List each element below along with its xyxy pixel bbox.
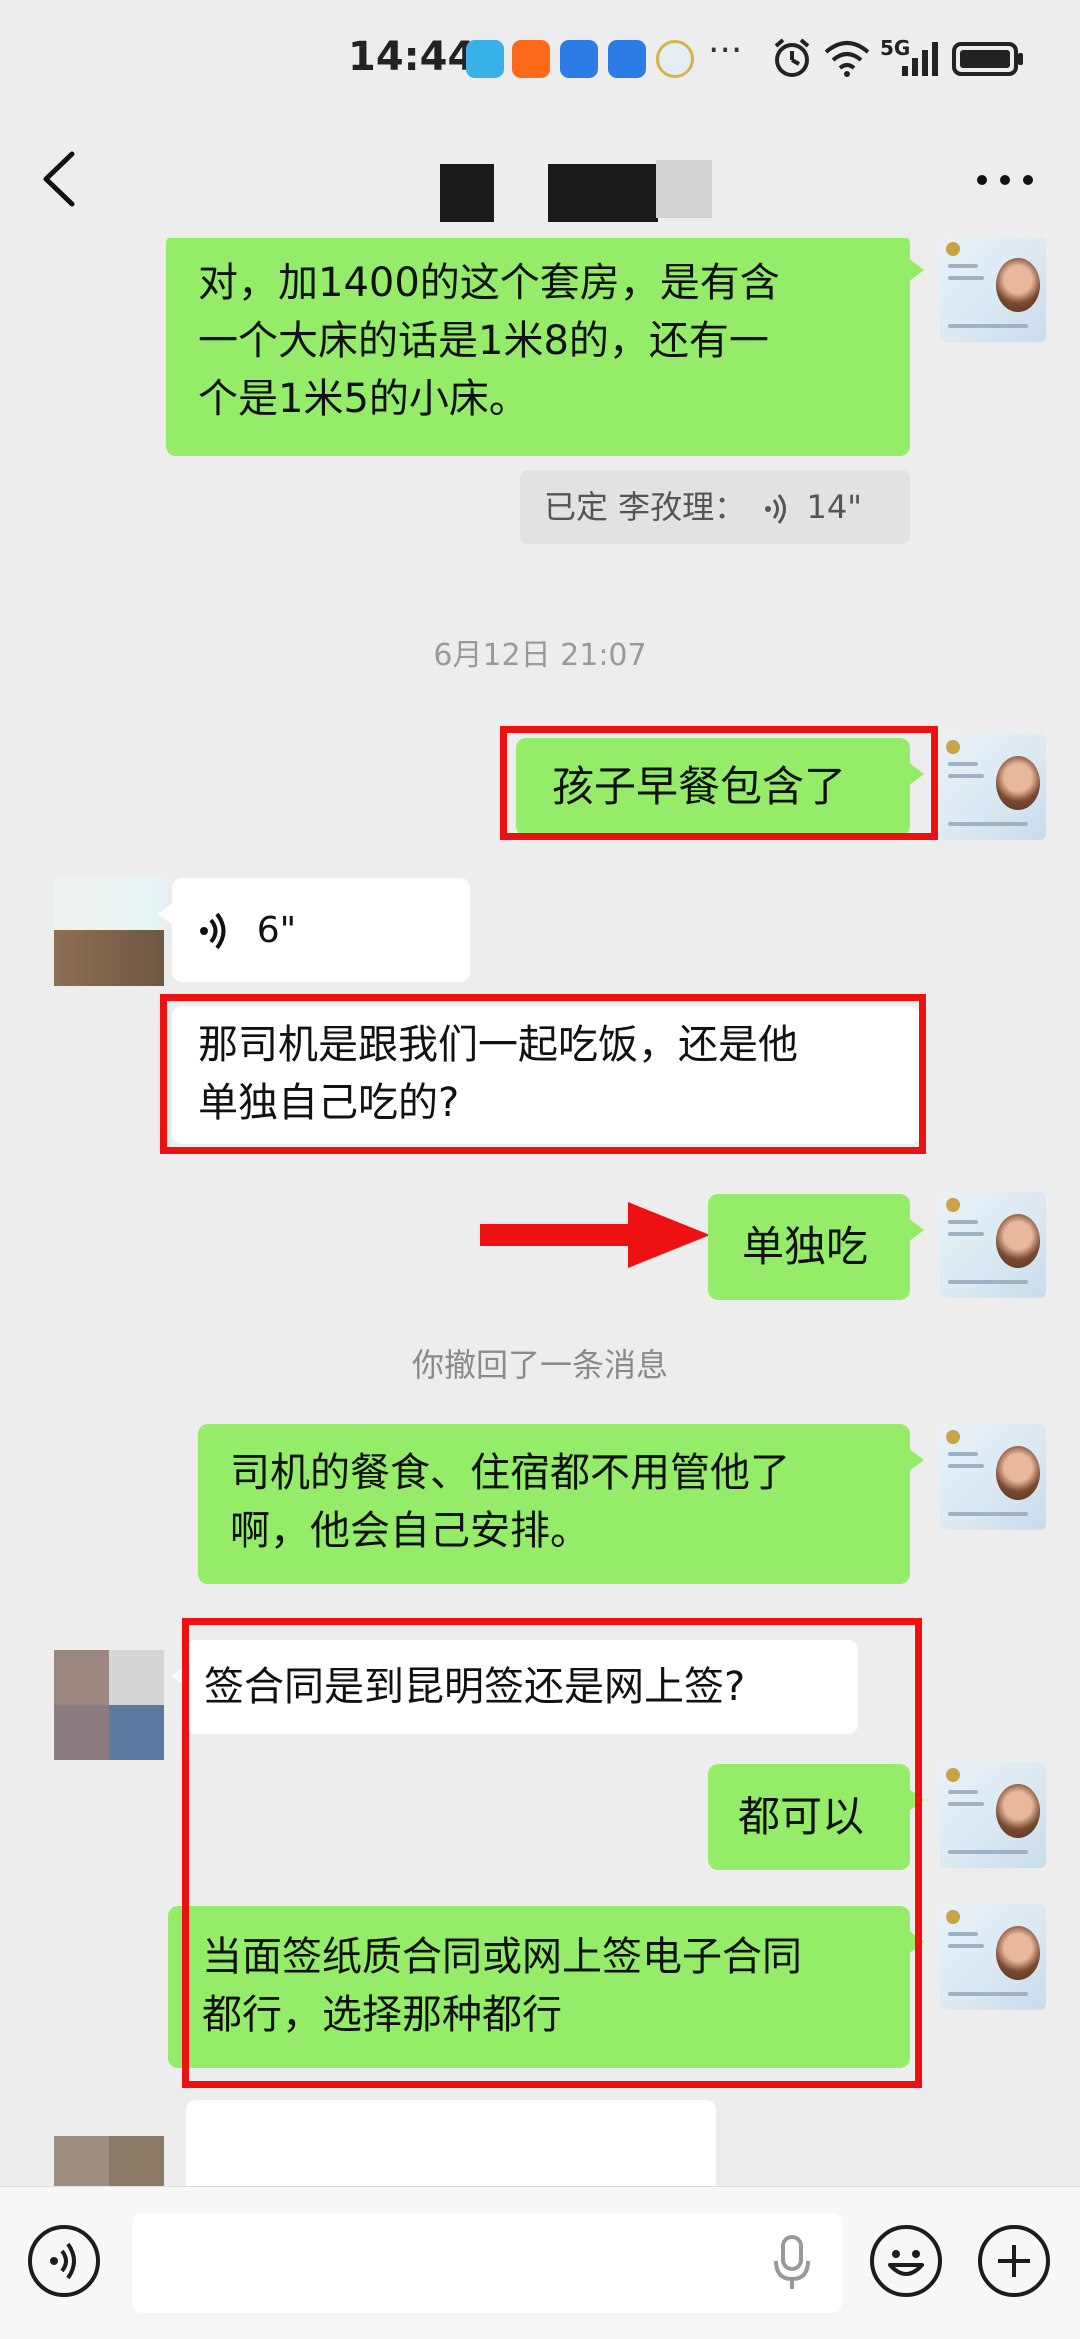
quote-duration: 14" [806, 488, 862, 526]
input-bar [0, 2186, 1080, 2339]
my-avatar[interactable] [940, 1424, 1046, 1530]
taobao-app-icon [512, 40, 550, 78]
wifi-icon [824, 41, 870, 77]
quoted-voice-message[interactable]: 已定 李孜理： 14" [520, 470, 910, 544]
voice-input-button[interactable] [28, 2225, 100, 2297]
my-avatar[interactable] [940, 1192, 1046, 1298]
quote-label: 已定 李孜理： [544, 488, 747, 526]
back-arrow-icon[interactable] [34, 144, 94, 214]
more-functions-button[interactable] [978, 2225, 1050, 2297]
my-avatar[interactable] [940, 1904, 1046, 2010]
more-notifications-icon: ··· [708, 30, 743, 71]
app-notification-icon [560, 40, 598, 78]
message-bubble-received[interactable] [186, 2100, 716, 2186]
recall-notice: 你撤回了一条消息 [411, 1346, 668, 1384]
plus-icon [998, 2245, 1030, 2277]
highlight-box [182, 1618, 922, 2088]
message-bubble-sent[interactable]: 司机的餐食、住宿都不用管他了 啊，他会自己安排。 [198, 1424, 924, 1584]
contact-avatar[interactable] [54, 2136, 164, 2186]
battery-icon [952, 42, 1023, 76]
contact-avatar[interactable] [54, 1650, 164, 1760]
app-notification-icon-2 [608, 40, 646, 78]
message-line: 对，加1400的这个套房，是有含 [198, 260, 780, 306]
message-bubble-sent[interactable]: 单独吃 [708, 1194, 924, 1300]
voice-duration: 6" [256, 910, 297, 951]
status-bar: 14:44 ··· 5G [0, 0, 1080, 120]
my-avatar[interactable] [940, 734, 1046, 840]
redacted-title-block-3 [656, 160, 712, 218]
voice-message-bubble[interactable]: 6" [158, 878, 470, 982]
highlight-box [160, 994, 926, 1154]
alarm-icon [774, 38, 810, 77]
message-input[interactable] [132, 2213, 842, 2313]
message-line: 个是1米5的小床。 [198, 376, 529, 422]
emoji-icon [888, 2250, 924, 2276]
chat-messages[interactable]: 对，加1400的这个套房，是有含 一个大床的话是1米8的，还有一 个是1米5的小… [0, 238, 1080, 2186]
microphone-icon[interactable] [770, 2233, 814, 2293]
redacted-title-block-2 [548, 164, 658, 222]
highlight-box [500, 726, 938, 840]
emoji-button[interactable] [870, 2225, 942, 2297]
voice-wave-icon [765, 494, 787, 524]
more-icon[interactable] [970, 160, 1040, 200]
red-arrow-annotation [480, 1202, 710, 1268]
voice-wave-icon [200, 912, 226, 950]
message-bubble-sent[interactable]: 对，加1400的这个套房，是有含 一个大床的话是1米8的，还有一 个是1米5的小… [166, 238, 924, 456]
redacted-title-block-1 [440, 164, 494, 222]
my-avatar[interactable] [940, 238, 1046, 342]
signal-bars-icon [902, 42, 938, 76]
message-text: 单独吃 [742, 1222, 869, 1271]
contact-avatar[interactable] [54, 878, 164, 986]
timestamp: 6月12日 21:07 [433, 638, 647, 673]
book-app-icon [466, 40, 504, 78]
my-avatar[interactable] [940, 1762, 1046, 1868]
message-line: 一个大床的话是1米8的，还有一 [198, 318, 769, 364]
voice-wave-icon [50, 2242, 76, 2280]
message-line: 司机的餐食、住宿都不用管他了 [230, 1450, 790, 1496]
status-time: 14:44 [348, 34, 476, 80]
chat-header [0, 120, 1080, 238]
weather-app-icon [656, 40, 694, 78]
message-line: 啊，他会自己安排。 [230, 1508, 590, 1554]
